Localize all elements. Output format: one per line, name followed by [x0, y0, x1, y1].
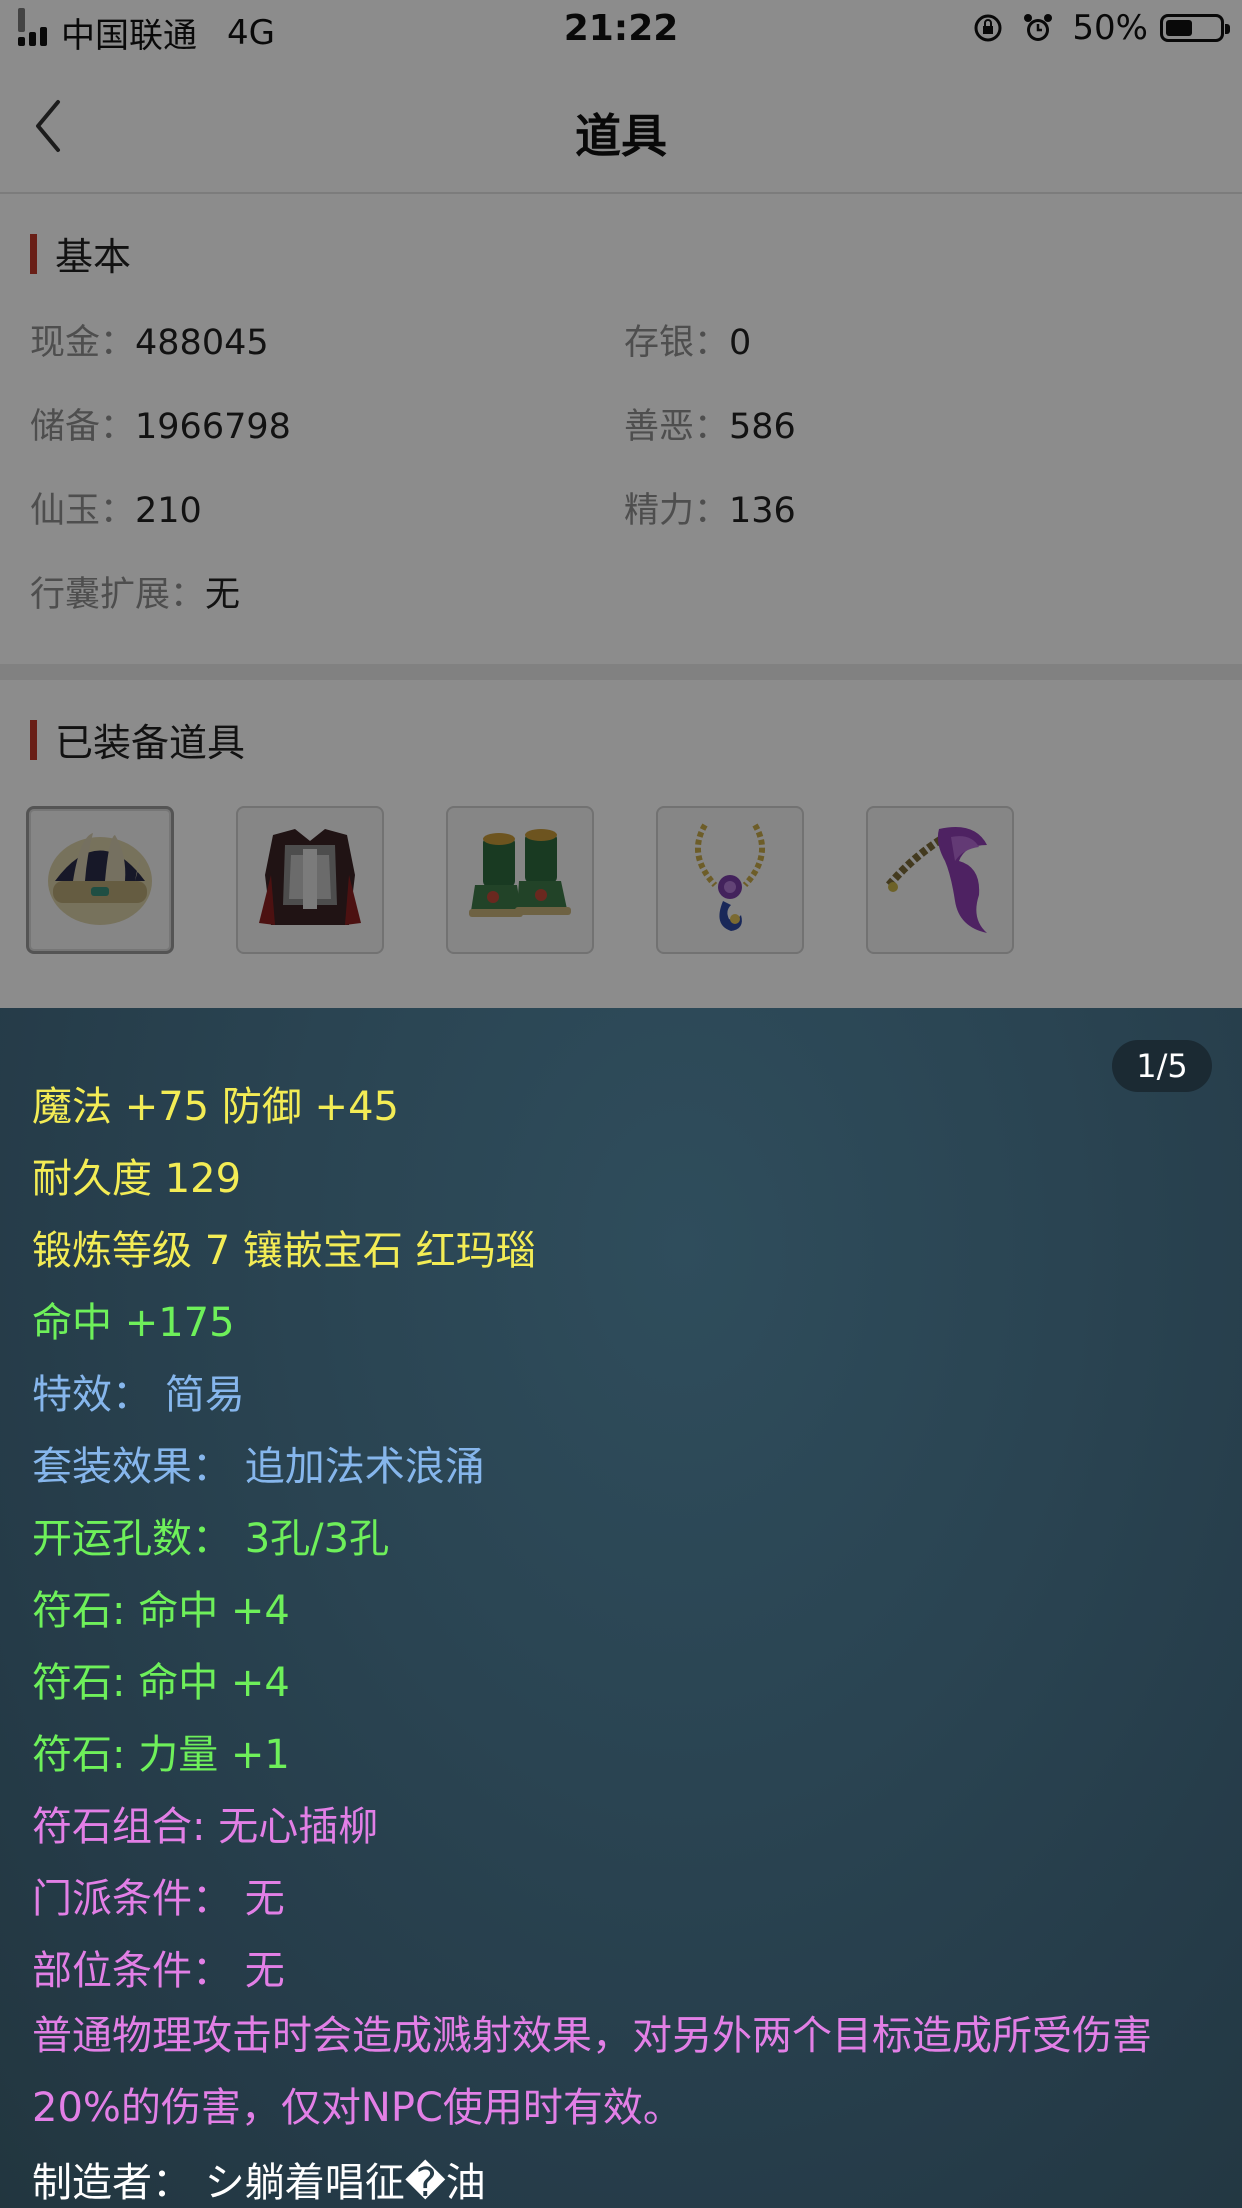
item-detail-panel: 1/5 魔法 +75 防御 +45 耐久度 129 锻炼等级 7 镶嵌宝石 红玛… [0, 1008, 1242, 2208]
item-description: 普通物理攻击时会造成溅射效果，对另外两个目标造成所受伤害20%的伤害，仅对NPC… [32, 2013, 1152, 2131]
attr-line: 特效： 简易 [32, 1372, 245, 1418]
attr-line: 套装效果： 追加法术浪涌 [32, 1444, 485, 1490]
item-maker: 制造者： シ躺着唱征�油 [32, 2160, 486, 2206]
attr-line: 门派条件： 无 [32, 1876, 285, 1922]
attr-line: 魔法 +75 防御 +45 [32, 1084, 399, 1130]
attr-line: 符石组合: 无心插柳 [32, 1804, 379, 1850]
attr-line: 命中 +175 [32, 1300, 235, 1346]
attr-line: 锻炼等级 7 镶嵌宝石 红玛瑙 [32, 1228, 536, 1274]
attr-line: 符石: 命中 +4 [32, 1588, 290, 1634]
attr-line: 部位条件： 无 [32, 1948, 285, 1994]
background-dim-overlay[interactable] [0, 0, 1242, 1008]
attr-line: 符石: 命中 +4 [32, 1660, 290, 1706]
attr-line: 开运孔数： 3孔/3孔 [32, 1516, 390, 1562]
attr-line: 符石: 力量 +1 [32, 1732, 290, 1778]
page-indicator: 1/5 [1112, 1040, 1212, 1092]
attr-line: 耐久度 129 [32, 1156, 242, 1202]
